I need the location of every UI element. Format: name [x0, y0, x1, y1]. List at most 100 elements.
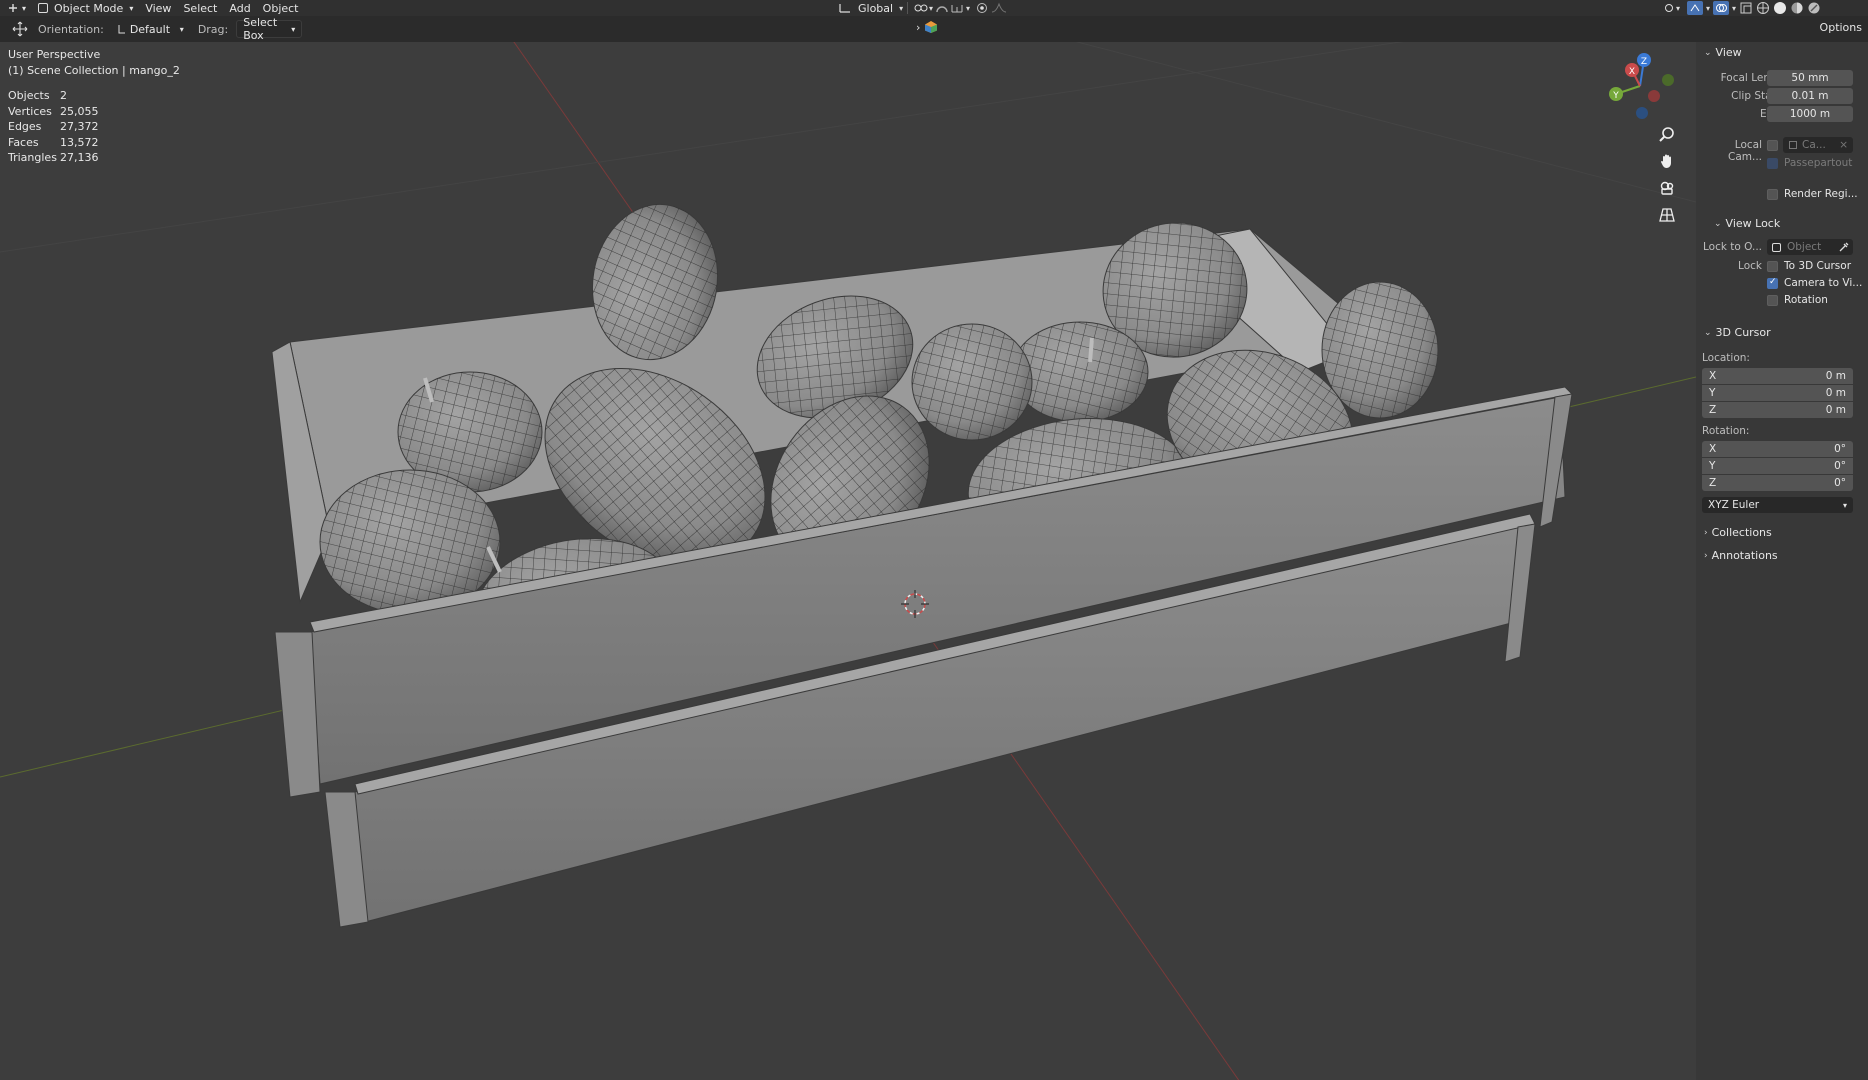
render-region-label: Render Regi... [1784, 188, 1858, 200]
camera-to-view-checkbox[interactable] [1767, 277, 1778, 289]
transform-tool-icon[interactable] [12, 21, 28, 37]
shading-solid-icon[interactable] [1773, 1, 1787, 15]
menu-view[interactable]: View [139, 0, 177, 16]
menu-add[interactable]: Add [223, 0, 256, 16]
separator [907, 2, 909, 14]
gizmo-neg-x [1648, 90, 1660, 102]
view-name: User Perspective [8, 48, 101, 61]
rotation-y-field[interactable]: Y 0° [1702, 458, 1853, 474]
scene-gizmo-icon[interactable] [924, 20, 938, 34]
axis-label: Z [1709, 404, 1717, 416]
passepartout-checkbox[interactable] [1767, 158, 1778, 169]
mode-dropdown[interactable]: Object Mode ▾ [32, 0, 139, 16]
clip-end-field[interactable]: 1000 m [1767, 106, 1853, 122]
chevron-down-icon: ▾ [1706, 3, 1711, 13]
shading-rendered-icon[interactable] [1807, 1, 1821, 15]
chevron-right-icon: › [1704, 527, 1708, 538]
view-section-header[interactable]: ⌄ View [1704, 46, 1742, 59]
stat-row: Objects 2 [8, 88, 99, 104]
camera-view-button[interactable] [1656, 177, 1678, 199]
annotations-section-header[interactable]: › Annotations [1704, 549, 1778, 562]
passepartout-label: Passepartout [1784, 157, 1853, 169]
mode-label: Object Mode [54, 1, 124, 15]
location-x-field[interactable]: X 0 m [1702, 368, 1853, 384]
options-button[interactable]: Options [1820, 21, 1862, 34]
location-y-field[interactable]: Y 0 m [1702, 385, 1853, 401]
proportional-edit-icon[interactable] [974, 2, 990, 14]
collection-label: (1) Scene Collection | mango_2 [8, 64, 180, 77]
stat-row: Vertices 25,055 [8, 104, 99, 120]
rotation-z-field[interactable]: Z 0° [1702, 475, 1853, 491]
stat-key: Triangles [8, 151, 57, 165]
stat-value: 27,372 [60, 120, 99, 134]
eyedropper-icon[interactable] [1839, 242, 1849, 252]
chevron-down-icon: ⌄ [1704, 47, 1712, 58]
clip-start-field[interactable]: 0.01 m [1767, 88, 1853, 104]
chevron-right-icon[interactable]: › [916, 21, 920, 34]
hand-icon [1661, 154, 1671, 168]
rotation-label: Rotation: [1702, 425, 1750, 437]
lock-rotation-checkbox[interactable] [1767, 295, 1778, 306]
camera-icon [1660, 181, 1674, 195]
axis-label: Y [1709, 387, 1716, 399]
lock-rotation-label: Rotation [1784, 294, 1828, 306]
orientation-dropdown[interactable]: Default ▾ [109, 20, 190, 38]
rotation-mode-dropdown[interactable]: XYZ Euler ▾ [1702, 497, 1853, 513]
drag-dropdown[interactable]: Select Box ▾ [236, 16, 303, 42]
sidebar-panel: ⌄ View Focal Len... 50 mm Clip Start 0.0… [1696, 42, 1868, 1080]
pan-button[interactable] [1656, 150, 1678, 172]
stat-value: 27,136 [60, 151, 99, 165]
orientation-value: Default [129, 22, 171, 36]
render-region-checkbox[interactable] [1767, 189, 1778, 200]
collections-section-header[interactable]: › Collections [1704, 526, 1772, 539]
stat-key: Edges [8, 120, 42, 134]
lock-to-3d-cursor-checkbox[interactable] [1767, 261, 1778, 272]
snap-target-icon[interactable]: ▾ [950, 2, 974, 14]
shading-wireframe-icon[interactable] [1756, 1, 1770, 15]
viewport-header: ▾ Object Mode ▾ View Select Add Object G… [0, 0, 1868, 16]
xray-toggle-icon[interactable] [1739, 2, 1753, 14]
chevron-down-icon: ▾ [1842, 500, 1847, 510]
rotation-y-value: 0° [1834, 460, 1846, 472]
stat-value: 25,055 [60, 104, 99, 118]
menu-select[interactable]: Select [177, 0, 223, 16]
lock-to-object-placeholder: Object [1787, 241, 1822, 253]
local-camera-field[interactable]: Ca... × [1783, 137, 1853, 153]
falloff-icon[interactable] [990, 2, 1008, 14]
view-lock-title: View Lock [1725, 217, 1781, 230]
perspective-toggle-button[interactable] [1656, 204, 1678, 226]
stat-value: 2 [60, 89, 67, 103]
menu-object[interactable]: Object [257, 0, 305, 16]
camera-object-icon [1789, 141, 1797, 149]
zoom-button[interactable] [1656, 123, 1678, 145]
view-lock-header[interactable]: ⌄ View Lock [1714, 217, 1780, 230]
gizmo-toggle-icon[interactable] [1687, 1, 1703, 15]
location-x-value: 0 m [1825, 370, 1846, 382]
navigation-gizmo[interactable]: Z X Y [1600, 50, 1680, 120]
location-z-field[interactable]: Z 0 m [1702, 402, 1853, 418]
svg-text:▾: ▾ [966, 4, 970, 13]
3d-cursor-section-header[interactable]: ⌄ 3D Cursor [1704, 326, 1771, 339]
axis-label: X [1709, 443, 1717, 455]
rotation-x-field[interactable]: X 0° [1702, 441, 1853, 457]
orientation-axes-icon [118, 25, 125, 34]
view-section-title: View [1715, 46, 1742, 59]
gizmo-neg-z [1636, 107, 1648, 119]
local-camera-checkbox[interactable] [1767, 140, 1778, 151]
visibility-icon[interactable]: ▾ [1662, 2, 1684, 14]
drag-label: Drag: [197, 22, 229, 36]
rotation-z-value: 0° [1834, 477, 1846, 489]
lock-to-object-field[interactable]: Object [1767, 239, 1853, 255]
focal-length-field[interactable]: 50 mm [1767, 70, 1853, 86]
clip-start-value: 0.01 m [1791, 90, 1829, 102]
editor-type-button[interactable]: ▾ [0, 0, 32, 16]
overlay-toggle-icon[interactable] [1713, 1, 1730, 15]
shading-material-icon[interactable] [1790, 1, 1804, 15]
transform-orientation-dropdown[interactable]: Global [852, 0, 899, 16]
pivot-icon[interactable]: ▾ [912, 2, 934, 14]
close-icon[interactable]: × [1839, 139, 1848, 151]
3d-viewport[interactable]: User Perspective (1) Scene Collection | … [0, 42, 1696, 1080]
header-expand-group: › [916, 20, 938, 34]
snap-icon[interactable] [934, 2, 950, 14]
orientation-label: Orientation: [38, 22, 104, 36]
